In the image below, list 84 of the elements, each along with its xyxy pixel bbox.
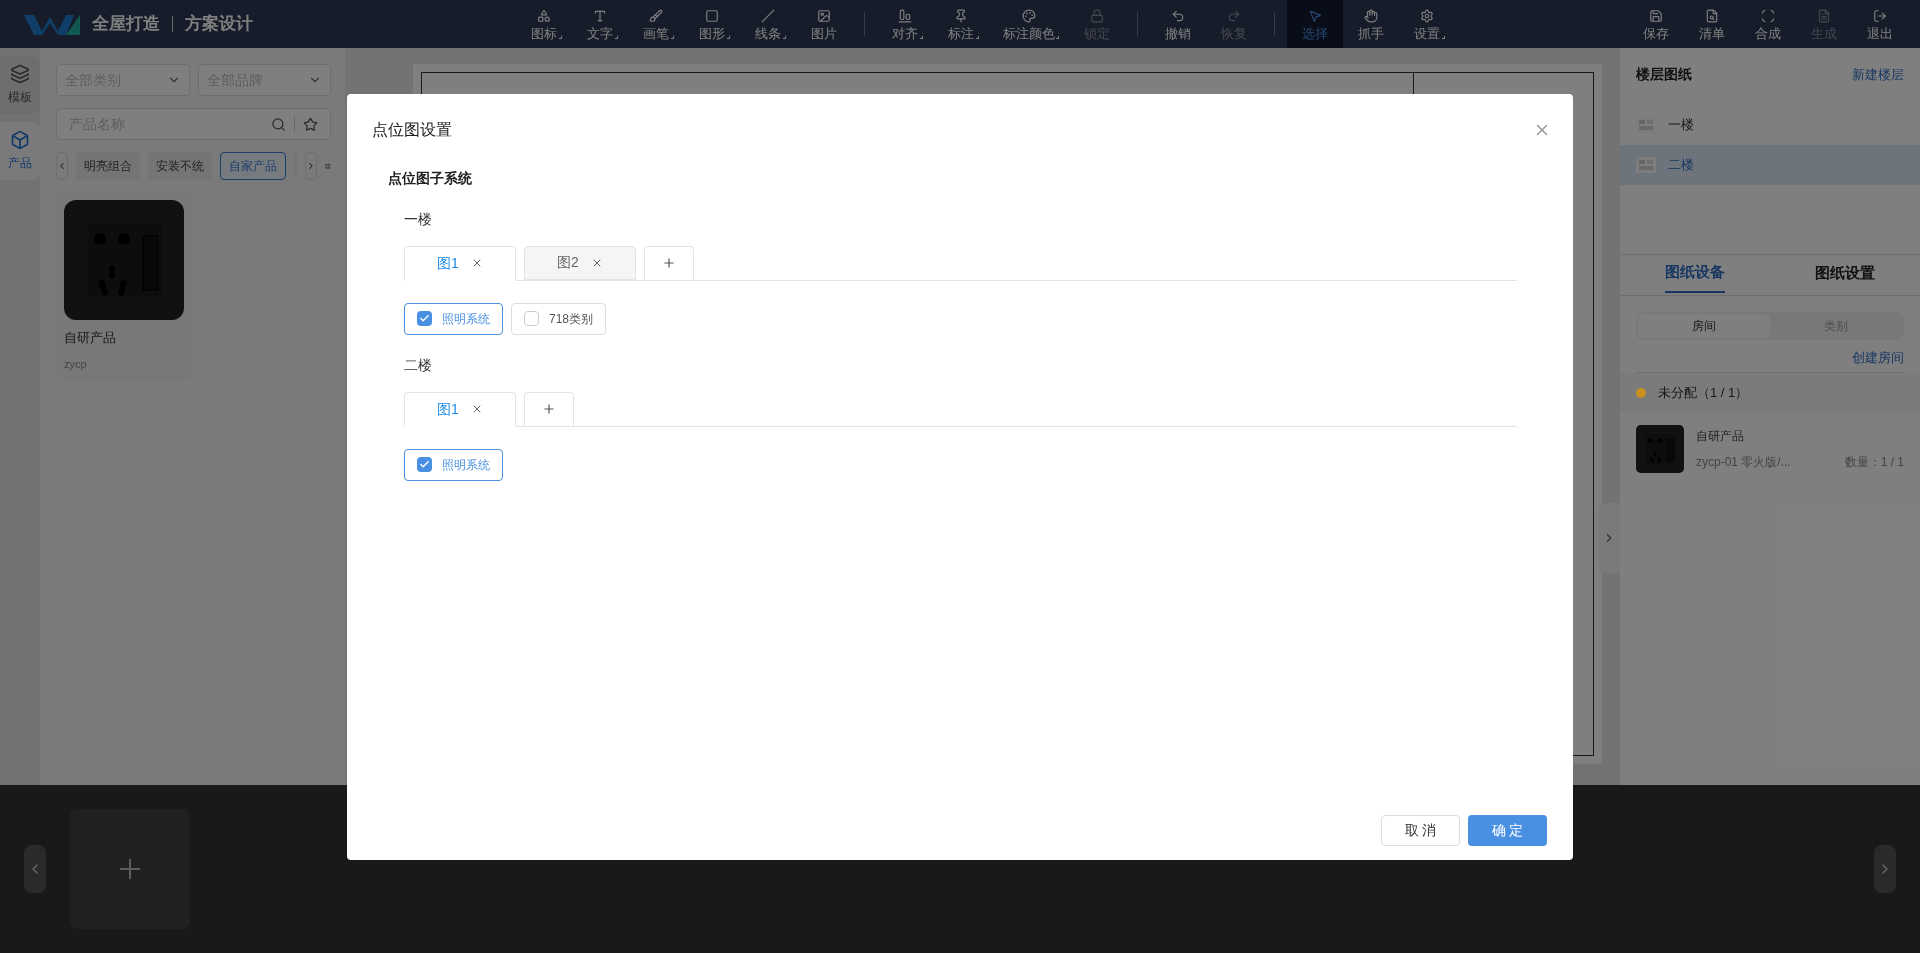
align-icon (898, 8, 912, 23)
redo-icon (1227, 8, 1241, 23)
hand-icon (1364, 8, 1378, 23)
tool-button[interactable]: 标注颜色 (989, 0, 1069, 48)
cube-icon (10, 130, 30, 150)
tool-button[interactable]: 标注 (933, 0, 989, 48)
tool-button[interactable]: 文字 (572, 0, 628, 48)
collapse-handle[interactable] (1598, 503, 1620, 573)
shapes-icon (537, 8, 551, 23)
app-title: 全屋打造 (92, 13, 160, 36)
dialog-title: 点位图设置 (372, 119, 452, 140)
system-checkbox[interactable]: 照明系统 (404, 448, 503, 481)
previous-button[interactable] (24, 845, 46, 893)
action-button[interactable]: 合成 (1740, 0, 1796, 48)
text-icon (593, 8, 607, 23)
tool-button[interactable]: 线条 (740, 0, 796, 48)
panel-tab[interactable]: 图纸设置 (1770, 255, 1920, 295)
tool-button[interactable]: 对齐 (877, 0, 933, 48)
cancel-button[interactable]: 取 消 (1381, 814, 1460, 846)
layers-icon (10, 64, 30, 84)
image-icon (817, 8, 831, 23)
floor-label: 二楼 (404, 355, 433, 375)
tool-button[interactable]: 图形 (684, 0, 740, 48)
section-title: 点位图子系统 (388, 168, 473, 188)
lock-icon (1090, 8, 1104, 23)
panel-title: 楼层图纸 (1636, 65, 1692, 84)
pointer-icon (1308, 8, 1322, 23)
tool-button[interactable]: 抓手 (1343, 0, 1399, 48)
brush-icon (649, 8, 663, 23)
drawing-tab[interactable]: 图2 (524, 245, 636, 280)
list-icon (1705, 8, 1719, 23)
scroll-left-button[interactable] (56, 152, 68, 180)
palette-icon (1022, 8, 1036, 23)
add-tab-button[interactable] (524, 391, 574, 426)
tool-button[interactable]: 设置 (1399, 0, 1455, 48)
next-button[interactable] (1874, 845, 1896, 893)
star-icon (303, 116, 318, 132)
plus-icon (542, 402, 556, 416)
floor-item[interactable]: 二楼 (1620, 145, 1920, 185)
tool-button[interactable]: 选择 (1287, 0, 1343, 48)
tool-button[interactable]: 图片 (796, 0, 852, 48)
floor-label: 一楼 (404, 209, 433, 229)
tool-button[interactable]: 撤销 (1150, 0, 1206, 48)
drawing-tab[interactable]: 图1 (404, 391, 516, 427)
room-group-header[interactable]: 未分配（1 / 1） (1620, 372, 1920, 413)
new-floor-link[interactable]: 新建楼层 (1852, 64, 1904, 85)
undo-icon (1171, 8, 1185, 23)
app-subtitle: 方案设计 (185, 13, 253, 36)
confirm-button[interactable]: 确 定 (1468, 814, 1547, 846)
document-icon (1817, 8, 1831, 23)
category-chip[interactable]: 安装不统 (148, 152, 212, 180)
create-room-link[interactable]: 创建房间 (1852, 348, 1904, 368)
rail-tab[interactable]: 模板 (0, 56, 40, 114)
save-icon (1649, 8, 1663, 23)
panel-tab[interactable]: 图纸设备 (1620, 255, 1770, 295)
category-chip[interactable]: 自家产品 (220, 152, 286, 180)
add-page-button[interactable] (70, 809, 190, 929)
system-checkbox[interactable]: 照明系统 (404, 302, 503, 335)
device-name: 自研产品 (1696, 427, 1745, 445)
exit-icon (1873, 8, 1887, 23)
scan-icon (1761, 8, 1775, 23)
square-icon (705, 8, 719, 23)
drawing-tab[interactable]: 图1 (404, 245, 516, 281)
product-name: 自研产品 (64, 329, 117, 347)
settings-icon (1420, 8, 1434, 23)
tool-button[interactable]: 图标 (516, 0, 572, 48)
check-icon (419, 313, 430, 324)
plus-icon (662, 256, 676, 270)
line-icon (761, 8, 775, 23)
group-label: 未分配（1 / 1） (1658, 383, 1749, 402)
scroll-right-button[interactable] (305, 152, 318, 180)
chevron-left-icon (57, 161, 67, 171)
rail-tab[interactable]: 产品 (0, 122, 40, 180)
tool-button[interactable]: 画笔 (628, 0, 684, 48)
action-button[interactable]: 退出 (1852, 0, 1908, 48)
segment-button[interactable]: 房间 (1638, 314, 1770, 338)
search-icon (271, 116, 286, 132)
system-checkbox[interactable]: 718类别 (511, 302, 607, 335)
action-button[interactable]: 清单 (1684, 0, 1740, 48)
category-chip[interactable]: 明亮组合 (76, 152, 140, 180)
check-icon (419, 459, 430, 470)
pin-icon (954, 8, 968, 23)
add-tab-button[interactable] (644, 245, 694, 280)
action-button[interactable]: 保存 (1628, 0, 1684, 48)
